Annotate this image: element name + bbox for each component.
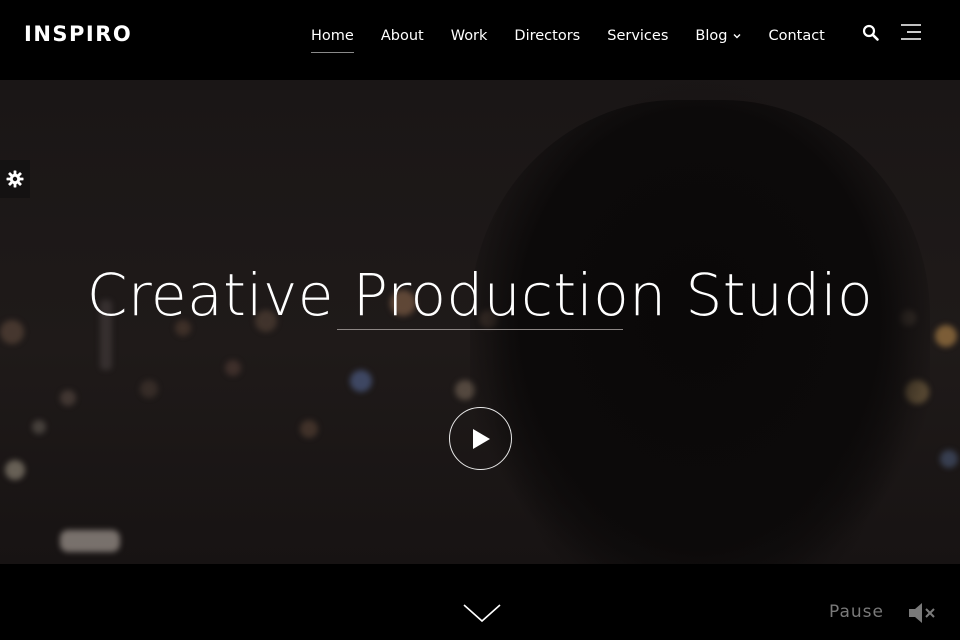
hamburger-menu-icon[interactable] [900,23,922,41]
main-nav: Home About Work Directors Services Blog [311,22,825,53]
page: INSPIRO Home About Work Directors Servic… [0,0,960,640]
hero-video-section: Creative Production Studio [0,80,960,564]
bokeh-light [60,390,76,406]
nav-item-label: Work [450,28,488,44]
nav-item-label: Home [311,28,354,44]
hero-divider [337,329,623,330]
nav-item-directors[interactable]: Directors [514,24,580,48]
bokeh-light [140,380,158,398]
nav-item-home[interactable]: Home [311,24,354,53]
hero-title: Creative Production Studio [86,260,874,329]
nav-item-label: Directors [514,28,581,44]
pause-button[interactable]: Pause [829,600,884,624]
bokeh-light [940,450,958,468]
nav-item-blog[interactable]: Blog [695,24,741,48]
search-icon[interactable] [862,24,880,42]
bokeh-light [350,370,372,392]
nav-item-work[interactable]: Work [451,24,488,48]
video-controls-bar: Pause [0,564,960,640]
play-icon [472,428,490,449]
bokeh-light [225,360,241,376]
gear-icon [6,170,24,188]
site-logo[interactable]: INSPIRO [24,20,132,48]
chevron-down-icon [733,34,741,39]
volume-mute-icon[interactable] [908,602,936,624]
nav-item-label: Blog [695,28,728,44]
nav-item-about[interactable]: About [381,24,424,48]
nav-item-contact[interactable]: Contact [768,24,824,48]
bokeh-light [32,420,46,434]
bokeh-light [60,530,120,552]
bokeh-light [5,460,25,480]
bokeh-light [300,420,318,438]
site-header: INSPIRO Home About Work Directors Servic… [0,0,960,80]
settings-toggle[interactable] [0,160,30,198]
nav-item-label: Contact [768,28,825,44]
nav-item-label: Services [607,28,669,44]
play-button[interactable] [449,407,512,470]
nav-item-label: About [380,28,424,44]
nav-item-services[interactable]: Services [607,24,668,48]
chevron-down-icon[interactable] [462,602,502,624]
